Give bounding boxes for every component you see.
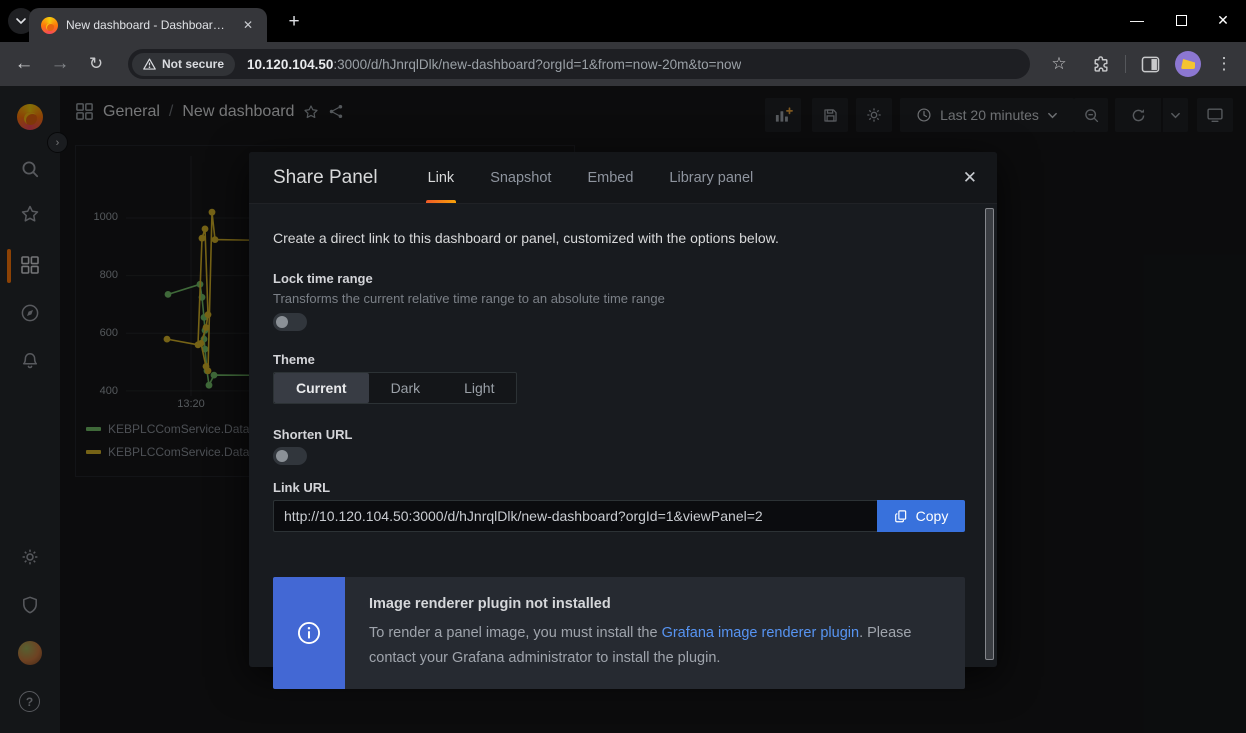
share-panel-modal: Share Panel Link Snapshot Embed Library … bbox=[249, 152, 997, 667]
grafana-app: ? › General / New dashboard Last 20 minu… bbox=[0, 86, 1246, 733]
copy-button-label: Copy bbox=[916, 508, 949, 524]
theme-option-light[interactable]: Light bbox=[442, 373, 516, 403]
theme-option-current[interactable]: Current bbox=[274, 373, 369, 403]
puzzle-icon bbox=[1092, 55, 1111, 74]
forward-button[interactable]: → bbox=[46, 50, 74, 78]
avatar bbox=[1175, 51, 1201, 77]
grafana-favicon-icon bbox=[41, 17, 58, 34]
url-bar[interactable]: Not secure 10.120.104.50:3000/d/hJnrqlDl… bbox=[128, 49, 1030, 79]
shorten-url-toggle[interactable] bbox=[273, 447, 307, 465]
browser-menu-button[interactable]: ⋮ bbox=[1210, 50, 1238, 78]
lock-time-range-label: Lock time range bbox=[273, 271, 965, 286]
theme-button-group: Current Dark Light bbox=[273, 372, 517, 404]
toggle-knob bbox=[276, 316, 288, 328]
chevron-down-icon bbox=[15, 15, 27, 27]
tab-close-icon[interactable]: ✕ bbox=[239, 16, 257, 34]
modal-body: Create a direct link to this dashboard o… bbox=[249, 204, 997, 689]
cheese-icon bbox=[1181, 59, 1195, 69]
warning-icon bbox=[143, 58, 156, 70]
side-panel-icon bbox=[1141, 56, 1160, 73]
lock-time-range-description: Transforms the current relative time ran… bbox=[273, 291, 965, 306]
copy-button[interactable]: Copy bbox=[877, 500, 965, 532]
url-path: :3000/d/hJnrqlDlk/new-dashboard?orgId=1&… bbox=[333, 57, 741, 72]
browser-titlebar: New dashboard - Dashboards - ✕ + — ✕ bbox=[0, 0, 1246, 42]
new-tab-button[interactable]: + bbox=[281, 9, 307, 35]
modal-header: Share Panel Link Snapshot Embed Library … bbox=[249, 152, 997, 204]
renderer-alert: Image renderer plugin not installed To r… bbox=[273, 577, 965, 689]
alert-body: Image renderer plugin not installed To r… bbox=[345, 577, 965, 689]
browser-tab[interactable]: New dashboard - Dashboards - ✕ bbox=[29, 8, 267, 42]
security-label: Not secure bbox=[162, 57, 224, 71]
window-maximize-button[interactable] bbox=[1160, 6, 1202, 34]
extensions-button[interactable] bbox=[1087, 50, 1115, 78]
modal-title: Share Panel bbox=[273, 167, 378, 189]
alert-text: To render a panel image, you must instal… bbox=[369, 621, 941, 672]
modal-description: Create a direct link to this dashboard o… bbox=[273, 230, 965, 246]
toggle-knob bbox=[276, 450, 288, 462]
url-host: 10.120.104.50 bbox=[247, 57, 333, 72]
link-url-input[interactable] bbox=[273, 500, 877, 532]
tab-snapshot[interactable]: Snapshot bbox=[488, 152, 553, 203]
security-badge[interactable]: Not secure bbox=[132, 53, 235, 76]
side-panel-button[interactable] bbox=[1136, 50, 1164, 78]
tab-library-panel[interactable]: Library panel bbox=[667, 152, 755, 203]
tab-link[interactable]: Link bbox=[426, 152, 457, 203]
theme-option-dark[interactable]: Dark bbox=[369, 373, 443, 403]
reload-button[interactable]: ↻ bbox=[82, 50, 110, 78]
shorten-url-label: Shorten URL bbox=[273, 427, 965, 442]
alert-text-before: To render a panel image, you must instal… bbox=[369, 625, 662, 641]
maximize-icon bbox=[1176, 15, 1187, 26]
lock-time-range-toggle[interactable] bbox=[273, 313, 307, 331]
info-icon bbox=[296, 620, 322, 646]
close-icon[interactable]: ✕ bbox=[963, 168, 977, 188]
theme-label: Theme bbox=[273, 352, 965, 367]
toolbar-divider bbox=[1125, 55, 1126, 73]
back-button[interactable]: ← bbox=[10, 50, 38, 78]
browser-toolbar: ← → ↻ Not secure 10.120.104.50:3000/d/hJ… bbox=[0, 42, 1246, 86]
window-close-button[interactable]: ✕ bbox=[1202, 6, 1244, 34]
url-text: 10.120.104.50:3000/d/hJnrqlDlk/new-dashb… bbox=[247, 57, 741, 72]
window-minimize-button[interactable]: — bbox=[1116, 6, 1158, 34]
link-url-label: Link URL bbox=[273, 480, 965, 495]
alert-title: Image renderer plugin not installed bbox=[369, 596, 941, 612]
modal-scrollbar[interactable] bbox=[985, 208, 994, 660]
bookmark-star-button[interactable]: ☆ bbox=[1045, 50, 1073, 78]
tab-embed[interactable]: Embed bbox=[585, 152, 635, 203]
renderer-plugin-link[interactable]: Grafana image renderer plugin bbox=[662, 625, 859, 641]
copy-icon bbox=[894, 509, 909, 524]
alert-icon-panel bbox=[273, 577, 345, 689]
profile-avatar[interactable] bbox=[1174, 50, 1202, 78]
tab-title: New dashboard - Dashboards - bbox=[66, 18, 231, 32]
